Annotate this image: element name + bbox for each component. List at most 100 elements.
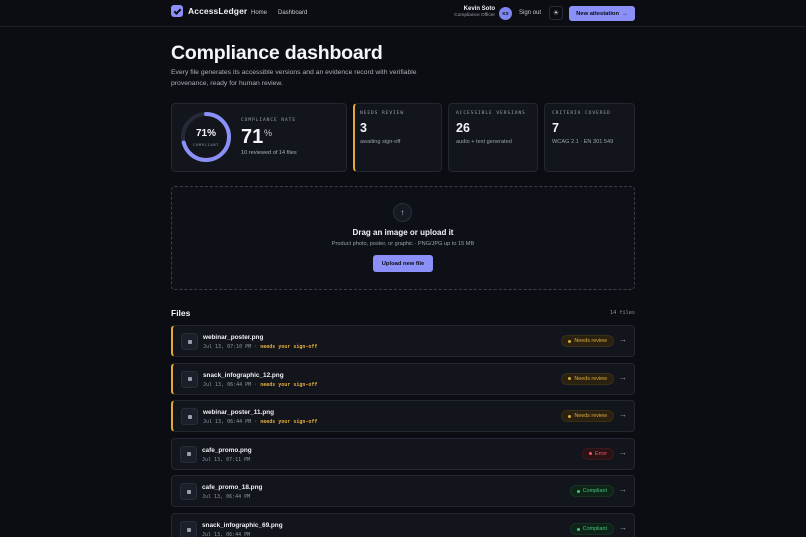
file-name: cafe_promo_18.png bbox=[202, 484, 263, 492]
row-arrow-icon[interactable]: → bbox=[619, 485, 627, 494]
compliance-rate-note: 10 reviewed of 14 files bbox=[241, 150, 297, 156]
nav-link-home[interactable]: Home bbox=[251, 10, 267, 16]
meta-separator: · bbox=[254, 344, 258, 350]
dropzone-title: Drag an image or upload it bbox=[352, 228, 454, 237]
file-thumbnail-icon bbox=[180, 483, 197, 501]
status-badge: Error bbox=[582, 447, 614, 460]
status-dot-icon bbox=[576, 489, 580, 493]
table-row[interactable]: snack_infographic_69.png Jul 13, 06:44 PM… bbox=[171, 513, 635, 537]
status-dot-icon bbox=[568, 377, 572, 381]
file-name: cafe_promo.png bbox=[202, 446, 252, 454]
status-label: Compliant bbox=[582, 488, 607, 495]
file-flag: needs your sign-off bbox=[260, 344, 318, 350]
compliance-rate-unit: % bbox=[264, 128, 273, 138]
ring-percent: 71% bbox=[195, 128, 216, 139]
row-arrow-icon[interactable]: → bbox=[619, 410, 627, 419]
file-flag: needs your sign-off bbox=[260, 381, 318, 388]
status-badge: Compliant bbox=[569, 523, 614, 535]
status-dot-icon bbox=[568, 414, 572, 418]
status-label: Compliant bbox=[582, 526, 607, 532]
check-logo-icon bbox=[171, 5, 183, 17]
file-meta: Jul 13, 07:11 PM bbox=[202, 457, 250, 463]
compliance-rate-label: COMPLIANCE RATE bbox=[241, 118, 296, 123]
accessible-versions-value: 26 bbox=[456, 121, 470, 135]
nav-link-dashboard[interactable]: Dashboard bbox=[278, 10, 307, 16]
row-arrow-icon[interactable]: → bbox=[619, 335, 627, 344]
files-heading: Files bbox=[171, 308, 191, 318]
needs-review-value: 3 bbox=[360, 121, 367, 135]
accessible-versions-label: ACCESSIBLE VERSIONS bbox=[456, 111, 526, 116]
file-thumbnail-icon bbox=[181, 408, 198, 426]
status-label: Error bbox=[595, 450, 607, 457]
page-title: Compliance dashboard bbox=[171, 42, 383, 64]
page-subtitle: Every file generates its accessible vers… bbox=[171, 69, 417, 87]
top-nav: AccessLedger Home Dashboard Kevin Soto C… bbox=[0, 0, 806, 27]
table-row[interactable]: webinar_poster.png Jul 13, 07:10 PM · nee… bbox=[171, 325, 635, 357]
file-time: Jul 13, 06:44 PM bbox=[203, 381, 252, 388]
file-time: Jul 13, 07:10 PM bbox=[203, 344, 252, 350]
file-thumbnail-icon bbox=[180, 521, 197, 537]
status-label: Needs review bbox=[574, 375, 607, 382]
file-thumbnail-icon bbox=[181, 370, 198, 388]
status-dot-icon bbox=[589, 452, 593, 456]
status-label: Needs review bbox=[574, 413, 607, 420]
user-info: Kevin Soto Compliance Officer bbox=[454, 6, 495, 18]
new-attestation-label: New attestation bbox=[576, 10, 620, 17]
file-thumbnail-icon bbox=[181, 333, 198, 350]
status-badge: Compliant bbox=[569, 485, 614, 498]
accessible-versions-note: audio + text generated bbox=[456, 139, 512, 145]
criteria-covered-value: 7 bbox=[552, 121, 559, 135]
file-time: Jul 13, 07:11 PM bbox=[202, 456, 251, 463]
file-time: Jul 13, 06:44 PM bbox=[202, 494, 251, 501]
file-time: Jul 13, 06:44 PM bbox=[202, 532, 251, 537]
user-name: Kevin Soto bbox=[463, 6, 495, 12]
status-badge: Needs review bbox=[561, 372, 614, 385]
meta-separator: · bbox=[254, 419, 258, 426]
brand-name: AccessLedger bbox=[188, 6, 248, 16]
user-role: Compliance Officer bbox=[454, 13, 495, 18]
file-name: snack_infographic_69.png bbox=[202, 522, 283, 529]
file-meta: Jul 13, 06:44 PM · needs your sign-off bbox=[203, 419, 317, 425]
meta-separator: · bbox=[254, 381, 258, 388]
upload-new-file-button[interactable]: Upload new file bbox=[373, 255, 433, 272]
compliance-rate-value: 71 bbox=[241, 126, 264, 148]
arrow-right-icon: → bbox=[622, 10, 628, 17]
table-row[interactable]: snack_infographic_12.png Jul 13, 06:44 PM… bbox=[171, 362, 635, 395]
file-meta: Jul 13, 06:44 PM bbox=[202, 532, 250, 537]
table-row[interactable]: cafe_promo.png Jul 13, 07:11 PM Error → bbox=[171, 437, 635, 470]
table-row[interactable]: webinar_poster_11.png Jul 13, 06:44 PM · … bbox=[171, 400, 635, 433]
row-arrow-icon[interactable]: → bbox=[619, 373, 627, 382]
needs-review-label: NEEDS REVIEW bbox=[360, 111, 404, 116]
file-name: webinar_poster_11.png bbox=[203, 409, 275, 417]
status-dot-icon bbox=[576, 527, 580, 531]
needs-review-note: awaiting sign-off bbox=[360, 139, 401, 145]
theme-toggle-button[interactable]: ☀ bbox=[549, 6, 563, 20]
status-badge: Needs review bbox=[561, 335, 614, 347]
file-meta: Jul 13, 06:44 PM · needs your sign-off bbox=[203, 382, 317, 388]
status-badge: Needs review bbox=[561, 410, 614, 423]
status-dot-icon bbox=[568, 339, 572, 343]
file-meta: Jul 13, 06:44 PM bbox=[202, 494, 250, 500]
table-row[interactable]: cafe_promo_18.png Jul 13, 06:44 PM Complia… bbox=[171, 475, 635, 508]
file-flag: needs your sign-off bbox=[260, 419, 318, 426]
upload-arrow-icon: ↑ bbox=[393, 203, 412, 222]
criteria-covered-note: WCAG 2.1 · EN 301 549 bbox=[552, 139, 614, 145]
brand-logo[interactable]: AccessLedger bbox=[171, 5, 247, 17]
file-time: Jul 13, 06:44 PM bbox=[203, 419, 252, 426]
status-label: Needs review bbox=[574, 338, 607, 344]
avatar[interactable]: KS bbox=[499, 7, 512, 20]
file-meta: Jul 13, 07:10 PM · needs your sign-off bbox=[203, 344, 317, 350]
row-arrow-icon[interactable]: → bbox=[619, 448, 627, 457]
file-thumbnail-icon bbox=[180, 445, 197, 463]
files-count: 14 files bbox=[610, 310, 635, 316]
criteria-covered-label: CRITERIA COVERED bbox=[552, 111, 611, 116]
row-arrow-icon[interactable]: → bbox=[619, 523, 627, 532]
dropzone-subtitle: Product photo, poster, or graphic · PNG/… bbox=[331, 241, 475, 247]
ring-label: COMPLIANT bbox=[193, 142, 219, 147]
file-name: snack_infographic_12.png bbox=[203, 371, 284, 379]
sun-icon: ☀ bbox=[552, 10, 560, 17]
file-name: webinar_poster.png bbox=[203, 334, 264, 341]
upload-dropzone[interactable] bbox=[171, 186, 635, 290]
sign-out-link[interactable]: Sign out bbox=[519, 10, 541, 16]
new-attestation-button[interactable]: New attestation → bbox=[569, 6, 635, 21]
